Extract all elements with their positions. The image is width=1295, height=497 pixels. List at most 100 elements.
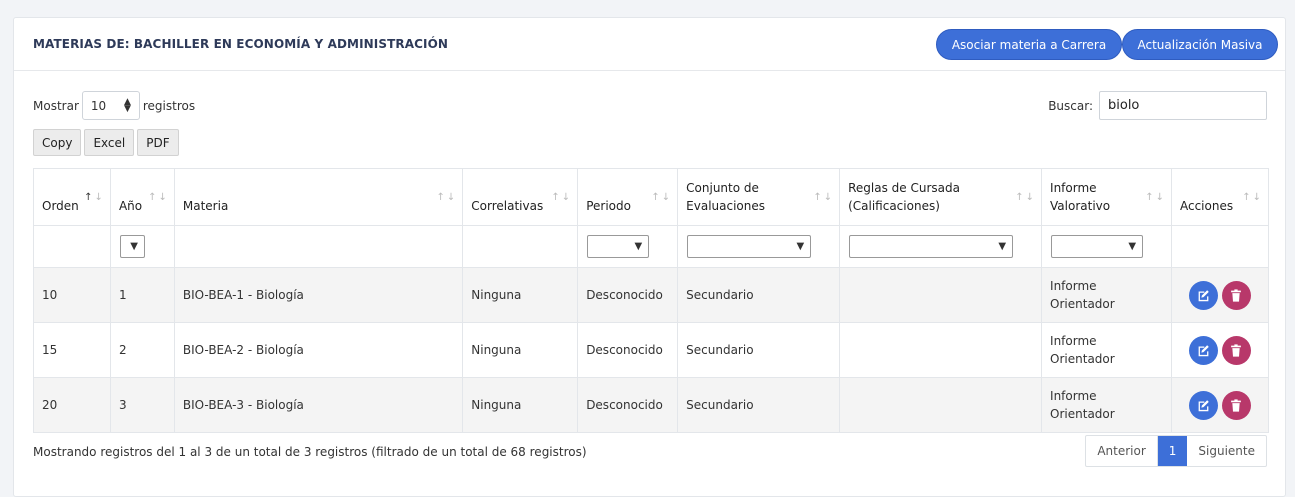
column-header-informe[interactable]: Informe Valorativo ↑↓: [1041, 168, 1172, 226]
conjunto-filter-select[interactable]: ▼: [687, 235, 812, 258]
table-row: 10 1 BIO-BEA-1 - Biología Ninguna Descon…: [33, 267, 1270, 323]
filter-cell: ▼: [839, 225, 1043, 268]
chevron-down-icon: ▼: [1128, 241, 1137, 252]
card-header: MATERIAS DE: BACHILLER EN ECONOMÍA Y ADM…: [14, 18, 1285, 71]
table-row: 15 2 BIO-BEA-2 - Biología Ninguna Descon…: [33, 322, 1270, 378]
filter-cell: ▼: [1041, 225, 1172, 268]
excel-button[interactable]: Excel: [84, 129, 135, 156]
table-info: Mostrando registros del 1 al 3 de un tot…: [33, 445, 587, 459]
column-header-reglas[interactable]: Reglas de Cursada (Calificaciones) ↑↓: [839, 168, 1043, 226]
sort-arrows-icon: ↑↓: [1242, 192, 1263, 203]
cell-correlativas: Ninguna: [462, 322, 579, 378]
cell-materia: BIO-BEA-3 - Biología: [173, 377, 464, 433]
cell-correlativas: Ninguna: [462, 267, 579, 323]
cell-conjunto: Secundario: [677, 322, 841, 378]
cell-periodo: Desconocido: [577, 377, 679, 433]
subjects-card: MATERIAS DE: BACHILLER EN ECONOMÍA Y ADM…: [13, 17, 1286, 497]
page-length-select[interactable]: 10 ▲ ▼: [81, 91, 140, 120]
cell-correlativas: Ninguna: [462, 377, 579, 433]
cell-orden: 15: [33, 322, 111, 378]
trash-icon: [1231, 288, 1242, 302]
search-control: Buscar: biolo: [1048, 91, 1267, 120]
search-input[interactable]: biolo: [1099, 91, 1267, 120]
associate-subject-button[interactable]: Asociar materia a Carrera: [936, 29, 1122, 60]
edit-button[interactable]: [1188, 335, 1218, 365]
page-1-button[interactable]: 1: [1157, 436, 1188, 466]
subjects-table: Orden ↑↓ Año ↑↓ Materia ↑↓ Correlativas ↑↓ P…: [33, 168, 1270, 433]
cell-informe: Informe Orientador: [1041, 267, 1172, 323]
column-header-correlativas[interactable]: Correlativas ↑↓: [462, 168, 579, 226]
cell-periodo: Desconocido: [577, 267, 679, 323]
chevron-down-icon: ▼: [634, 241, 643, 252]
length-suffix: registros: [142, 98, 196, 113]
edit-button[interactable]: [1188, 390, 1218, 420]
page-title: MATERIAS DE: BACHILLER EN ECONOMÍA Y ADM…: [33, 37, 449, 51]
length-prefix: Mostrar: [33, 98, 79, 113]
cell-conjunto: Secundario: [677, 377, 841, 433]
informe-filter-select[interactable]: ▼: [1051, 235, 1144, 258]
sort-arrows-icon: ↑↓: [148, 192, 169, 203]
cell-reglas: [839, 322, 1043, 378]
updown-arrows-icon: ▲ ▼: [123, 96, 131, 114]
pagination: Anterior 1 Siguiente: [1085, 435, 1267, 467]
delete-button[interactable]: [1221, 390, 1251, 420]
filter-cell: [1170, 225, 1270, 268]
cell-acciones: [1170, 267, 1270, 323]
anio-filter-select[interactable]: ▼: [119, 235, 145, 258]
trash-icon: [1231, 398, 1242, 412]
edit-icon: [1198, 289, 1209, 301]
column-header-periodo[interactable]: Periodo ↑↓: [577, 168, 679, 226]
sort-arrows-icon: ↑↓: [651, 192, 673, 203]
periodo-filter-select[interactable]: ▼: [587, 235, 650, 258]
edit-icon: [1198, 344, 1209, 356]
next-page-button[interactable]: Siguiente: [1187, 436, 1266, 466]
pdf-button[interactable]: PDF: [137, 129, 179, 156]
edit-button[interactable]: [1188, 280, 1218, 310]
cell-orden: 20: [33, 377, 111, 433]
table-row: 20 3 BIO-BEA-3 - Biología Ninguna Descon…: [33, 377, 1270, 433]
cell-reglas: [839, 267, 1043, 323]
cell-periodo: Desconocido: [577, 322, 679, 378]
chevron-down-icon: ▼: [998, 241, 1007, 252]
column-header-acciones[interactable]: Acciones ↑↓: [1170, 168, 1270, 226]
page-length-control: Mostrar 10 ▲ ▼ registros: [33, 91, 195, 120]
filter-cell: ▼: [109, 225, 175, 268]
cell-anio: 2: [109, 322, 175, 378]
cell-anio: 3: [109, 377, 175, 433]
prev-page-button[interactable]: Anterior: [1086, 436, 1158, 466]
column-header-materia[interactable]: Materia ↑↓: [173, 168, 464, 226]
sort-arrows-icon: ↑↓: [1145, 192, 1166, 203]
cell-orden: 10: [33, 267, 111, 323]
sort-arrows-icon: ↑↓: [813, 192, 835, 203]
cell-anio: 1: [109, 267, 175, 323]
cell-acciones: [1170, 377, 1270, 433]
delete-button[interactable]: [1221, 335, 1251, 365]
filter-cell: [462, 225, 579, 268]
column-header-anio[interactable]: Año ↑↓: [109, 168, 175, 226]
cell-acciones: [1170, 322, 1270, 378]
filter-cell: ▼: [677, 225, 841, 268]
filter-cell: [33, 225, 111, 268]
filter-cell: ▼: [577, 225, 679, 268]
cell-reglas: [839, 377, 1043, 433]
trash-icon: [1231, 343, 1242, 357]
page-length-value: 10: [90, 98, 107, 113]
cell-informe: Informe Orientador: [1041, 322, 1172, 378]
cell-conjunto: Secundario: [677, 267, 841, 323]
filter-row: ▼ ▼ ▼ ▼ ▼: [33, 225, 1270, 268]
column-header-orden[interactable]: Orden ↑↓: [33, 168, 111, 226]
export-buttons: Copy Excel PDF: [33, 129, 179, 156]
sort-arrows-icon: ↑↓: [436, 192, 458, 203]
bulk-update-button[interactable]: Actualización Masiva: [1122, 29, 1278, 60]
copy-button[interactable]: Copy: [33, 129, 82, 156]
edit-icon: [1198, 399, 1209, 411]
column-header-conjunto[interactable]: Conjunto de Evaluaciones ↑↓: [677, 168, 841, 226]
cell-informe: Informe Orientador: [1041, 377, 1172, 433]
delete-button[interactable]: [1221, 280, 1251, 310]
sort-arrows-icon: ↑↓: [1015, 192, 1037, 203]
chevron-down-icon: ▼: [796, 241, 805, 252]
filter-cell: [173, 225, 464, 268]
reglas-filter-select[interactable]: ▼: [849, 235, 1014, 258]
sort-arrows-icon: ↑↓: [84, 192, 105, 203]
cell-materia: BIO-BEA-1 - Biología: [173, 267, 464, 323]
